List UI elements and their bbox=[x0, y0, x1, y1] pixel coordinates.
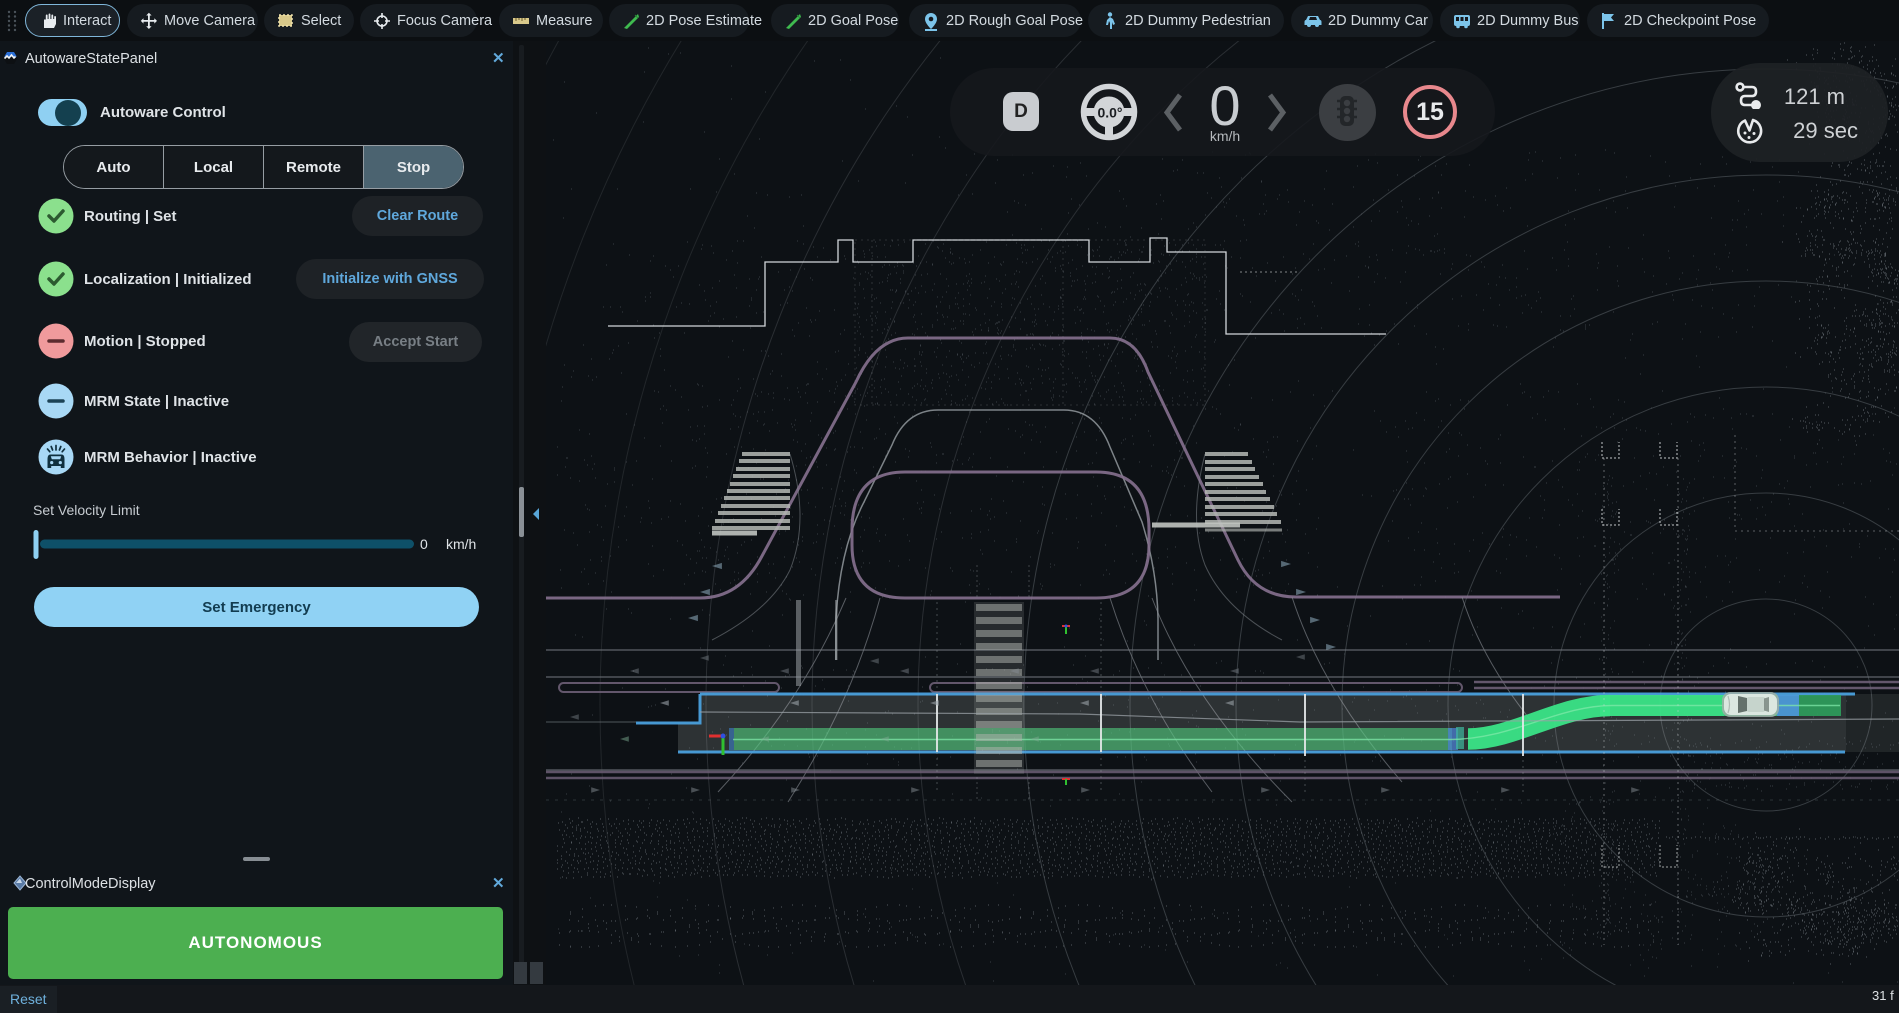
svg-text:0.0°: 0.0° bbox=[1097, 105, 1122, 121]
